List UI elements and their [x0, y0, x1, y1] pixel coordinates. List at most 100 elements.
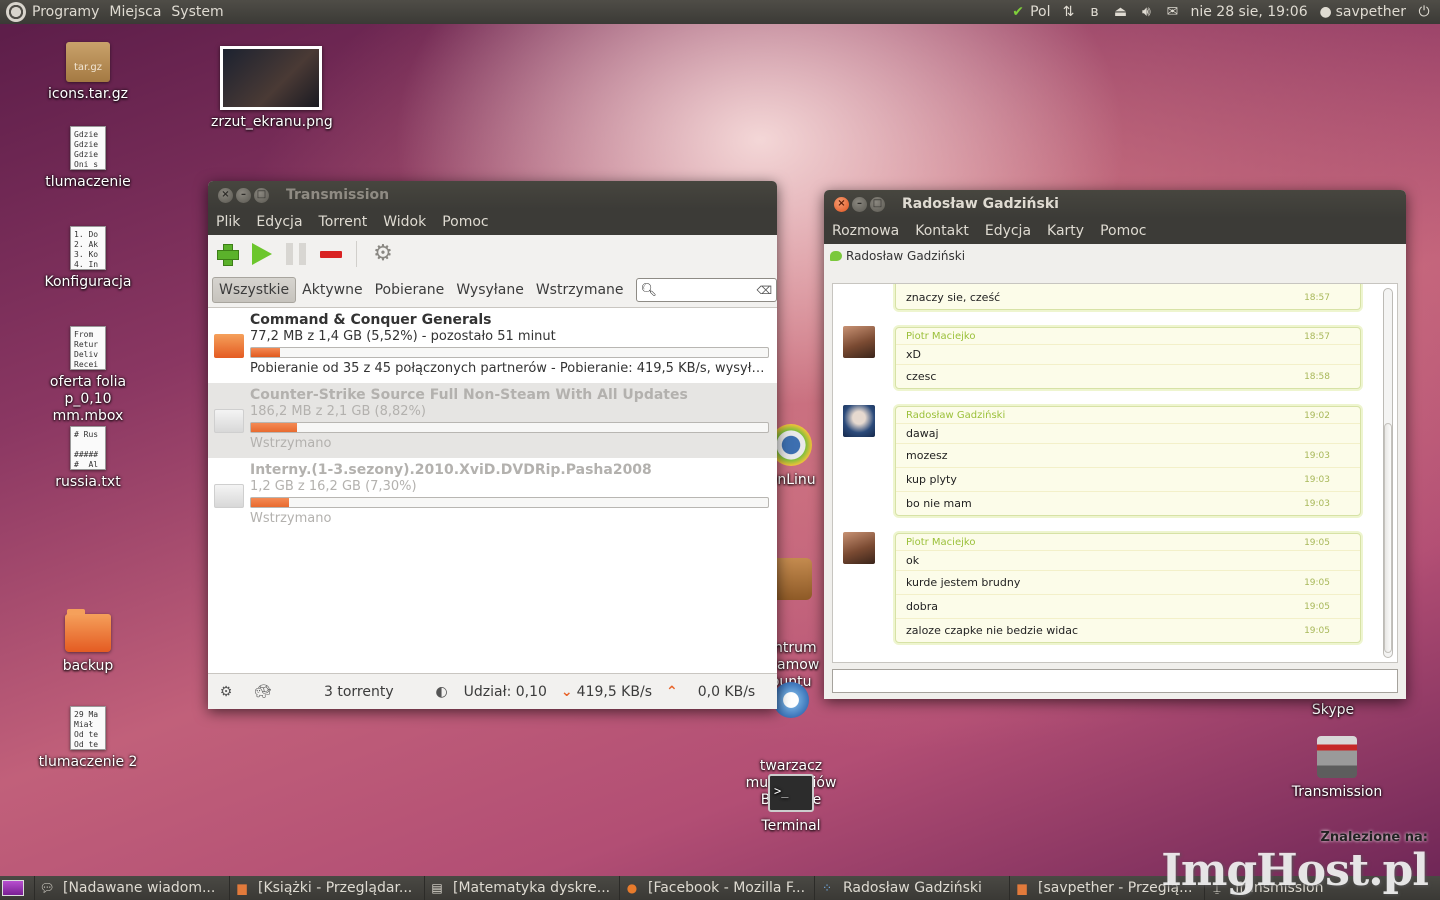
message-text: czesc: [906, 370, 937, 383]
taskbar-item[interactable]: ● [Facebook - Mozilla F...: [619, 876, 814, 900]
menu-torrent[interactable]: Torrent: [319, 214, 368, 230]
message-text: kup plyty: [906, 473, 957, 486]
taskbar-item[interactable]: 💬︎ [Nadawane wiadom...: [34, 876, 229, 900]
clock[interactable]: nie 28 sie, 19:06: [1190, 4, 1307, 20]
message: bo nie mam 19:03: [896, 491, 1360, 515]
add-torrent-icon[interactable]: [216, 243, 239, 266]
menu-plik[interactable]: Plik: [216, 214, 240, 230]
maximize-icon[interactable]: □: [870, 196, 885, 212]
firefox-icon: ●: [626, 881, 638, 895]
desktop-icon-label: tlumaczenie: [45, 174, 131, 190]
menu-karty[interactable]: Karty: [1047, 223, 1084, 239]
desktop-icon-icons-archive[interactable]: tar.gz icons.tar.gz: [28, 42, 148, 103]
desktop-icon-russia[interactable]: # Rus ##### # Al russia.txt: [28, 426, 148, 491]
desktop-icon-mbox[interactable]: From Retur Deliv Recei oferta folia p_0,…: [28, 326, 148, 425]
torrent-status: Wstrzymano: [250, 436, 332, 451]
torrent-size: 77,2 MB z 1,4 GB (5,52%) - pozostało 51 …: [250, 329, 556, 344]
filter-downloading[interactable]: Pobierane: [369, 278, 451, 302]
desktop-icon-label: icons.tar.gz: [48, 86, 128, 102]
desktop-icon-transmission[interactable]: Transmission: [1277, 736, 1397, 801]
desktop-icon-terminal[interactable]: >_ Terminal: [731, 774, 851, 835]
desktop-icon-tlumaczenie-2[interactable]: 29 Ma Miał Od te Od te tlumaczenie 2: [28, 706, 148, 771]
taskbar-item[interactable]: ⁘ Radosław Gadziński: [814, 876, 1009, 900]
close-icon[interactable]: ×: [834, 196, 849, 212]
menu-edycja[interactable]: Edycja: [985, 223, 1031, 239]
message: znaczy sie, cześć 18:57: [896, 284, 1360, 309]
ratio-text: Udział: 0,10: [463, 683, 547, 700]
volume-icon[interactable]: 🔊︎: [1138, 4, 1154, 20]
chat-window: × – □ Radosław Gadziński Rozmowa Kontakt…: [824, 190, 1406, 699]
eject-icon[interactable]: ⏏: [1112, 4, 1128, 20]
desktop-icon-tlumaczenie[interactable]: Gdzie Gdzie Gdzie Oni s tlumaczenie: [28, 126, 148, 191]
desktop-icon-konfiguracja[interactable]: 1. Do 2. Ak 3. Ko 4. In Konfiguracja: [28, 226, 148, 291]
filter-paused[interactable]: Wstrzymane: [530, 278, 630, 302]
taskbar-item[interactable]: ▆ [Książki - Przeglądar...: [229, 876, 424, 900]
folder-icon: ▆: [237, 881, 247, 895]
close-icon[interactable]: ×: [218, 187, 233, 203]
message-sender: Piotr Maciejko 18:57: [896, 328, 1360, 344]
menu-kontakt[interactable]: Kontakt: [915, 223, 969, 239]
properties-gear-icon[interactable]: ⚙: [371, 242, 395, 266]
user-status-icon[interactable]: ●: [1318, 4, 1334, 20]
filter-seeding[interactable]: Wysyłane: [450, 278, 530, 302]
transmission-titlebar[interactable]: × – □ Transmission: [208, 181, 777, 209]
turtle-icon[interactable]: 🐢︎: [254, 684, 272, 700]
keyboard-layout[interactable]: Pol: [1030, 4, 1050, 20]
clear-search-icon[interactable]: ⌫: [756, 284, 772, 297]
top-panel: Programy Miejsca System ✔ Pol ⇅ ʙ ⏏ 🔊︎ ✉…: [0, 0, 1440, 24]
bluetooth-icon[interactable]: ʙ: [1086, 4, 1102, 20]
chat-scrollbar[interactable]: [1383, 288, 1393, 658]
ubuntu-logo-icon[interactable]: [6, 2, 26, 22]
available-status-icon: [830, 251, 842, 261]
message-group: Piotr Maciejko 18:57 xD czesc 18:58: [895, 327, 1361, 389]
menu-pomoc[interactable]: Pomoc: [1100, 223, 1146, 239]
ratio-icon[interactable]: ◐: [434, 684, 450, 700]
message-text: zaloze czapke nie bedzie widac: [906, 624, 1079, 637]
taskbar-item-label: Radosław Gadziński: [843, 880, 982, 896]
menu-places[interactable]: Miejsca: [109, 4, 161, 20]
message-group: Radosław Gadziński 19:02 dawaj mozesz 19…: [895, 406, 1361, 516]
scrollbar-thumb[interactable]: [1384, 423, 1392, 653]
pause-icon[interactable]: [286, 243, 306, 265]
torrent-count: 3 torrenty: [324, 683, 394, 700]
username[interactable]: savpether: [1336, 4, 1406, 20]
sender-name: Radosław Gadziński: [906, 410, 1006, 421]
checkmark-icon[interactable]: ✔: [1010, 4, 1026, 20]
maximize-icon[interactable]: □: [254, 187, 269, 203]
menu-widok[interactable]: Widok: [383, 214, 426, 230]
power-icon[interactable]: ⏻: [1416, 4, 1432, 20]
filter-active[interactable]: Aktywne: [296, 278, 368, 302]
chat-tab-contact[interactable]: Radosław Gadziński: [846, 249, 965, 263]
sender-name: Piotr Maciejko: [906, 537, 976, 548]
desktop-icon-backup[interactable]: backup: [28, 609, 148, 675]
taskbar-item[interactable]: ▤ [Matematyka dyskre...: [424, 876, 619, 900]
message-text: dawaj: [906, 427, 939, 440]
options-gear-icon[interactable]: ⚙: [218, 684, 234, 700]
torrent-row[interactable]: Command & Conquer Generals 77,2 MB z 1,4…: [208, 308, 777, 383]
torrent-row[interactable]: Interny.(1-3.sezony).2010.XviD.DVDRip.Pa…: [208, 458, 777, 533]
menu-programs[interactable]: Programy: [32, 4, 99, 20]
search-icon: 🔍︎: [640, 282, 658, 298]
remove-icon[interactable]: [320, 250, 342, 258]
minimize-icon[interactable]: –: [852, 196, 867, 212]
mail-icon[interactable]: ✉: [1164, 4, 1180, 20]
filter-all[interactable]: Wszystkie: [212, 277, 297, 303]
minimize-icon[interactable]: –: [236, 187, 251, 203]
taskbar-item-label: [Książki - Przeglądar...: [258, 880, 413, 896]
desktop-icon-skype[interactable]: Skype: [1273, 702, 1393, 719]
menu-rozmowa[interactable]: Rozmowa: [832, 223, 899, 239]
search-field[interactable]: 🔍︎ ⌫: [635, 278, 777, 302]
message: xD: [896, 344, 1360, 364]
desktop-icon-screenshot[interactable]: zrzut_ekranu.png: [211, 46, 333, 131]
message-input[interactable]: [832, 669, 1398, 693]
chat-titlebar[interactable]: × – □ Radosław Gadziński: [824, 190, 1406, 218]
start-icon[interactable]: [252, 243, 272, 265]
menu-pomoc[interactable]: Pomoc: [442, 214, 488, 230]
menu-edycja[interactable]: Edycja: [256, 214, 302, 230]
torrent-row[interactable]: Counter-Strike Source Full Non-Steam Wit…: [208, 383, 777, 458]
progress-fill: [251, 498, 289, 507]
network-transfer-icon[interactable]: ⇅: [1060, 4, 1076, 20]
menu-system[interactable]: System: [171, 4, 223, 20]
show-desktop-icon[interactable]: [2, 880, 24, 896]
message-time: 19:03: [1304, 499, 1330, 509]
